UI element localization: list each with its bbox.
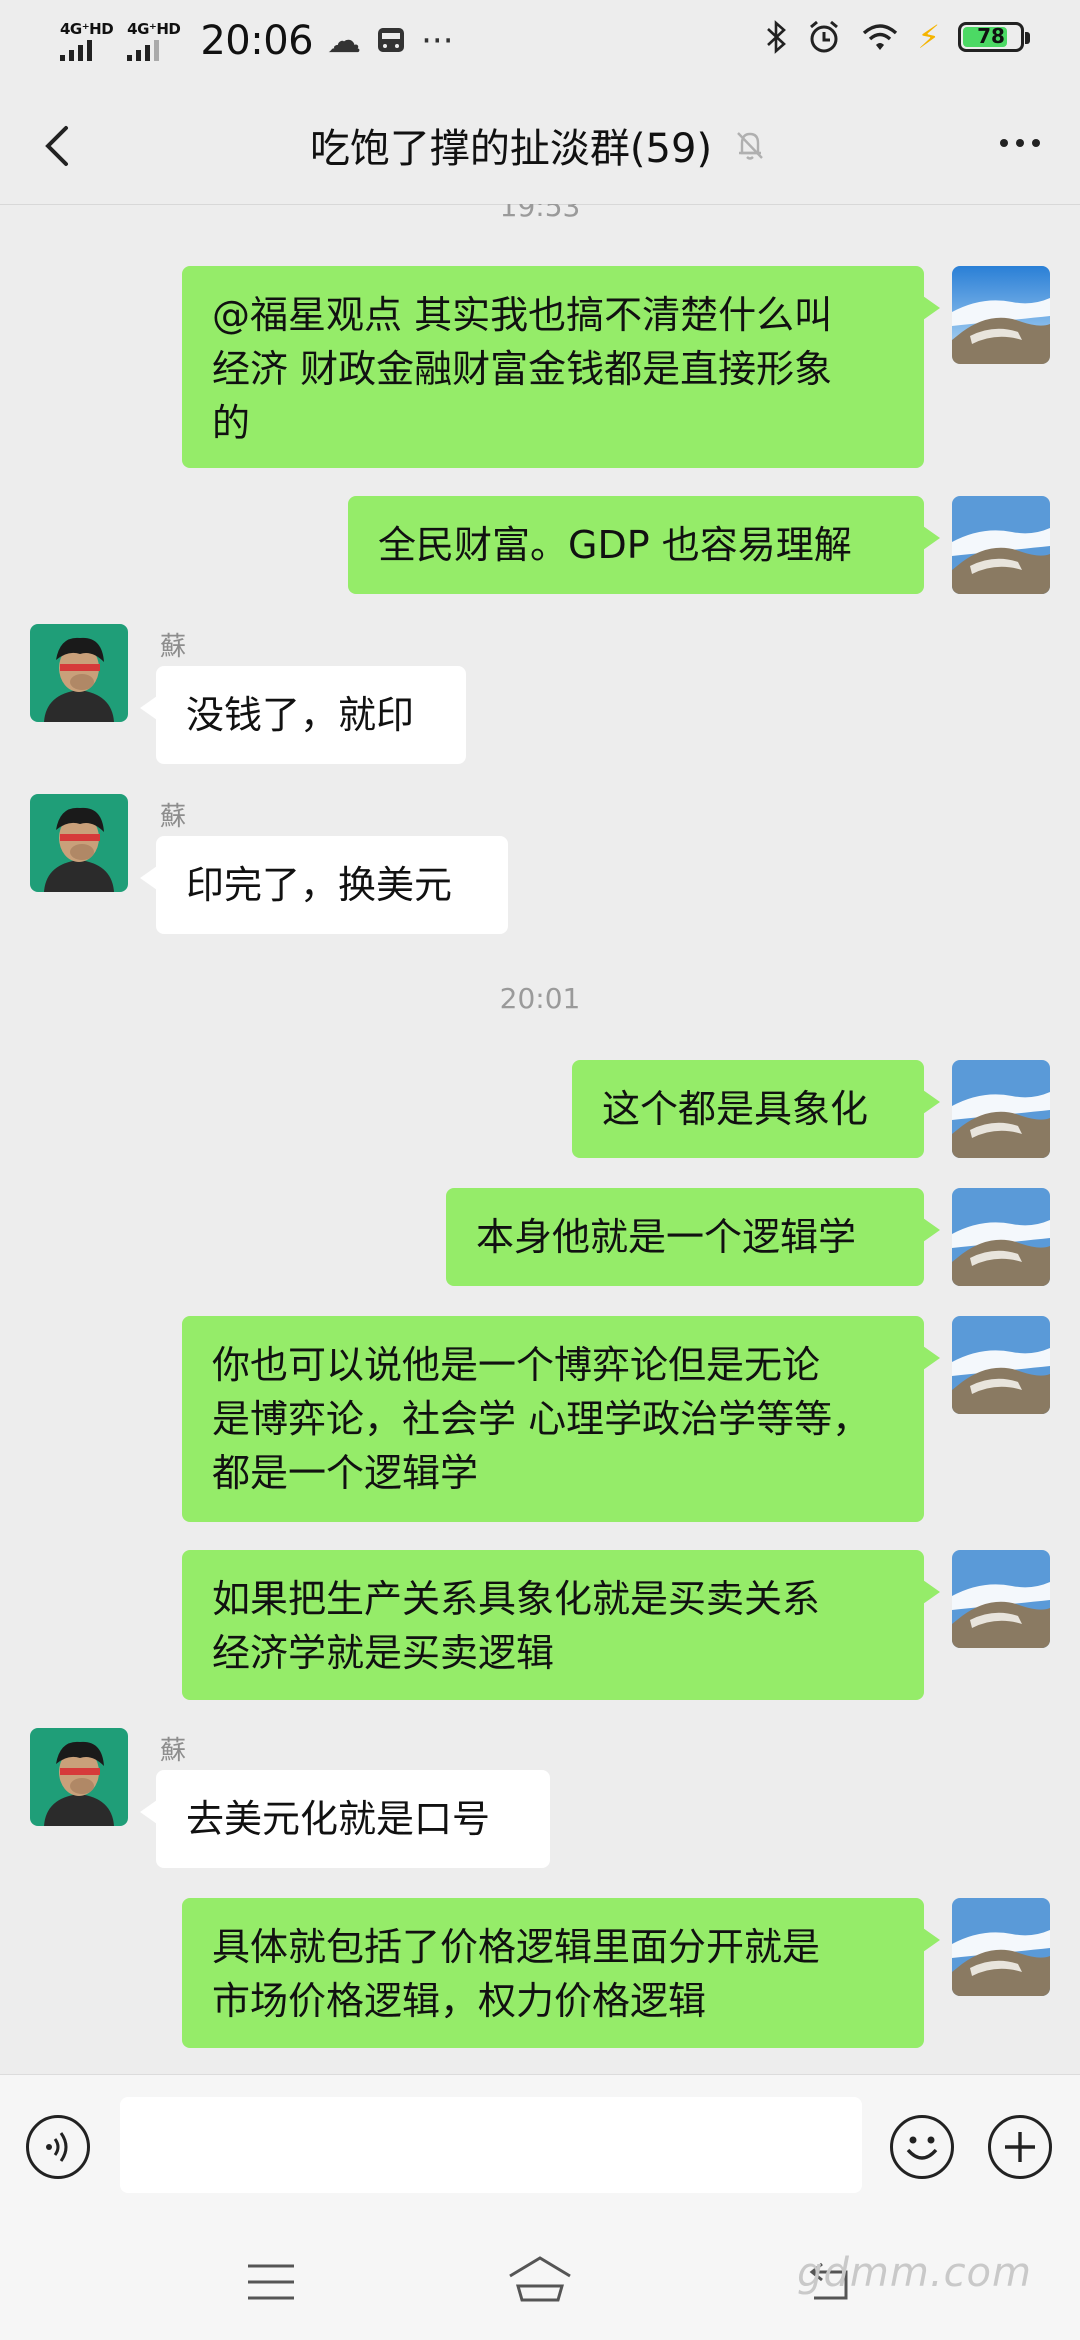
status-left: 4G⁺HD 4G⁺HD 20:06 ☁ ··· — [60, 18, 454, 64]
my-avatar[interactable] — [952, 266, 1050, 364]
my-avatar[interactable] — [952, 496, 1050, 594]
voice-icon — [46, 2132, 68, 2162]
message-text-line: 市场价格逻辑，权力价格逻辑 — [212, 1979, 707, 2023]
signal-bars-icon — [60, 39, 92, 61]
timestamp: 20:01 — [499, 982, 581, 1015]
voice-input-button[interactable] — [26, 2115, 90, 2179]
message-bubble[interactable]: 这个都是具象化 — [572, 1060, 940, 1158]
charging-icon: ⚡ — [917, 18, 940, 56]
my-avatar[interactable] — [952, 1898, 1050, 1996]
message-bubble[interactable]: 你也可以说他是一个博弈论但是无论 是博弈论，社会学 心理学政治学等等， 都是一个… — [182, 1316, 940, 1522]
wifi-icon — [862, 24, 897, 50]
smile-icon — [906, 2136, 938, 2160]
my-avatar[interactable] — [952, 1550, 1050, 1648]
battery-icon: 78 — [958, 22, 1030, 52]
bluetooth-icon — [766, 20, 786, 54]
system-navigation-bar: gdmm.com — [0, 2220, 1080, 2340]
more-options-icon[interactable] — [990, 118, 1050, 168]
message-text-line: 这个都是具象化 — [602, 1087, 869, 1131]
message-text-line: 具体就包括了价格逻辑里面分开就是 — [212, 1925, 821, 1969]
signal-1: 4G⁺HD — [60, 20, 114, 61]
more-functions-button[interactable] — [988, 2115, 1052, 2179]
status-right: ⚡ 78 — [764, 18, 1030, 56]
message-text-line: 印完了，换美元 — [186, 863, 453, 907]
message-bubble[interactable]: 印完了，换美元 — [140, 836, 508, 934]
battery-level: 78 — [977, 24, 1005, 48]
message-bubble[interactable]: 如果把生产关系具象化就是买卖关系 经济学就是买卖逻辑 — [182, 1550, 940, 1700]
timestamp: 19:53 — [499, 204, 581, 223]
message-text-line: 去美元化就是口号 — [186, 1797, 491, 1841]
message-bubble[interactable]: 具体就包括了价格逻辑里面分开就是 市场价格逻辑，权力价格逻辑 — [182, 1898, 940, 2048]
signal-1-label: 4G⁺HD — [60, 20, 114, 38]
message-text-line: 是博弈论，社会学 心理学政治学等等， — [212, 1397, 871, 1441]
message-bubble[interactable]: 没钱了，就印 — [140, 666, 466, 764]
message-text-line: 你也可以说他是一个博弈论但是无论 — [212, 1343, 821, 1387]
signal-2: 4G⁺HD — [127, 20, 181, 61]
home-icon[interactable] — [504, 2252, 576, 2308]
message-text-line: 全民财富。GDP 也容易理解 — [378, 523, 852, 567]
my-avatar[interactable] — [952, 1060, 1050, 1158]
sender-avatar[interactable] — [30, 794, 128, 892]
status-time: 20:06 — [200, 18, 314, 64]
emoji-button[interactable] — [890, 2115, 954, 2179]
my-avatar[interactable] — [952, 1188, 1050, 1286]
message-text-line: 本身他就是一个逻辑学 — [476, 1215, 857, 1259]
cloud-icon: ☁ — [327, 21, 362, 61]
status-more: ··· — [421, 21, 454, 61]
message-bubble[interactable]: 本身他就是一个逻辑学 — [446, 1188, 940, 1286]
message-text-line: 都是一个逻辑学 — [212, 1451, 479, 1495]
message-bubble[interactable]: @福星观点 其实我也搞不清楚什么叫 经济 财政金融财富金钱都是直接形象 的 — [182, 266, 940, 468]
sender-avatar[interactable] — [30, 1728, 128, 1826]
message-text-line: 经济 财政金融财富金钱都是直接形象 — [212, 347, 833, 391]
my-avatar[interactable] — [952, 1316, 1050, 1414]
message-text-line: 没钱了，就印 — [186, 693, 415, 737]
signal-2-label: 4G⁺HD — [127, 20, 181, 38]
alarm-icon — [809, 20, 838, 53]
chat-header: 吃饱了撑的扯淡群(59) — [0, 86, 1080, 205]
sender-avatar[interactable] — [30, 624, 128, 722]
message-input[interactable] — [120, 2097, 862, 2193]
mute-bell-icon — [737, 132, 763, 160]
watermark: gdmm.com — [797, 2250, 1032, 2296]
message-bubble[interactable]: 全民财富。GDP 也容易理解 — [348, 496, 940, 594]
message-bubble[interactable]: 去美元化就是口号 — [140, 1770, 550, 1868]
message-text-line: 经济学就是买卖逻辑 — [212, 1631, 555, 1675]
message-list[interactable]: 19:53 @福星观点 其实我也搞不清楚什么叫 经济 财政金融财富金钱都是直接形… — [0, 204, 1080, 2074]
message-text-line: 的 — [212, 401, 251, 445]
chat-title: 吃饱了撑的扯淡群(59) — [309, 126, 713, 172]
menu-icon[interactable] — [244, 2260, 298, 2304]
chat-title-area: 吃饱了撑的扯淡群(59) — [0, 116, 1080, 174]
status-bar: 4G⁺HD 4G⁺HD 20:06 ☁ ··· ⚡ 78 — [0, 0, 1080, 86]
message-text-line: @福星观点 其实我也搞不清楚什么叫 — [212, 293, 833, 337]
input-bar — [0, 2074, 1080, 2221]
signal-bars-icon — [127, 39, 160, 61]
plus-icon — [1005, 2132, 1035, 2162]
message-text-line: 如果把生产关系具象化就是买卖关系 — [212, 1577, 821, 1621]
bus-card-icon — [378, 28, 405, 52]
